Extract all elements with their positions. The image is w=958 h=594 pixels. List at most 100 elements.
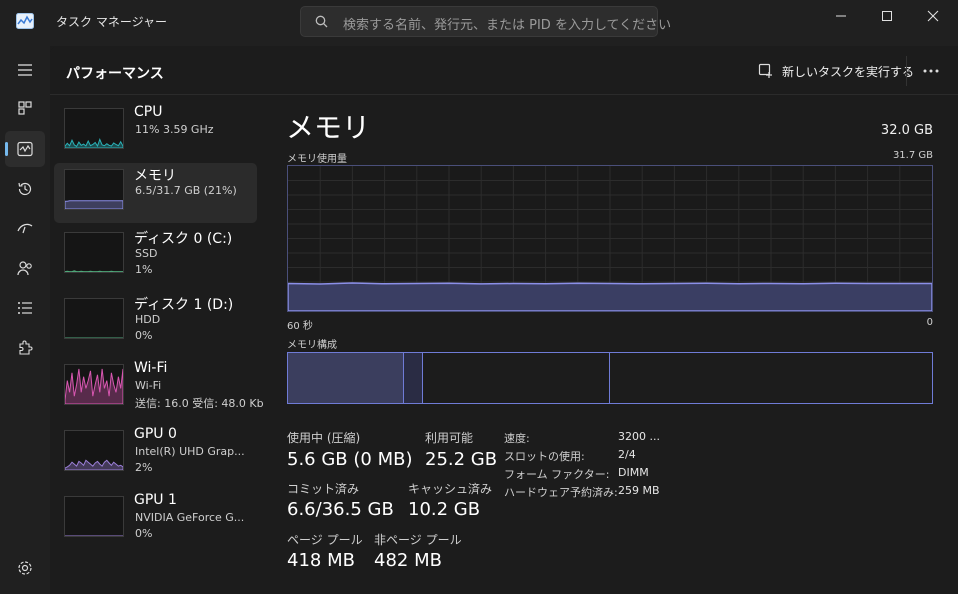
perf-item-detail: 6.5/31.7 GB (21%) <box>135 184 237 197</box>
perf-item-name: GPU 1 <box>134 492 177 508</box>
perf-item-detail: 送信: 16.0 受信: 48.0 Kb <box>135 397 264 410</box>
cached-value: 10.2 GB <box>408 499 481 520</box>
run-new-task-label: 新しいタスクを実行する <box>782 64 915 79</box>
in-use-label: 使用中 (圧縮) <box>287 431 361 445</box>
graph-axis-right: 0 <box>926 317 933 328</box>
composition-segment[interactable] <box>610 353 932 403</box>
detail-title: メモリ <box>286 111 371 144</box>
perf-thumbnail-area <box>64 270 124 273</box>
nav-startup-apps[interactable] <box>5 210 45 246</box>
window-title: タスク マネージャー <box>56 15 167 29</box>
memory-composition-bar[interactable] <box>287 352 933 404</box>
perf-item-name: メモリ <box>134 168 176 184</box>
perf-item-detail: 1% <box>135 263 153 276</box>
perf-item-detail: 0% <box>135 527 153 540</box>
nav-details[interactable] <box>5 290 45 326</box>
spec-value: 259 MB <box>618 484 660 497</box>
perf-thumbnail-graph <box>64 232 124 273</box>
nonpaged-pool-value: 482 MB <box>374 550 442 571</box>
navigation-pane <box>0 46 50 594</box>
perf-item-name: ディスク 1 (D:) <box>134 297 234 313</box>
perf-item-detail: HDD <box>135 313 161 326</box>
composition-segment[interactable] <box>288 353 404 403</box>
spec-label: ハードウェア予約済み: <box>504 486 618 499</box>
menu-icon <box>18 64 32 76</box>
perf-item-detail: Wi-Fi <box>135 379 162 392</box>
run-new-task-button[interactable]: 新しいタスクを実行する <box>758 60 914 82</box>
perf-item-detail: 2% <box>135 461 153 474</box>
perf-list-item[interactable]: GPU 1 NVIDIA GeForce G... 0% <box>54 490 257 550</box>
perf-list-item[interactable]: メモリ 6.5/31.7 GB (21%) <box>54 163 257 223</box>
composition-segment[interactable] <box>403 353 424 403</box>
app-history-icon <box>18 182 32 196</box>
nav-services[interactable] <box>5 330 45 366</box>
services-icon <box>19 340 33 355</box>
perf-list-item[interactable]: Wi-Fi Wi-Fi 送信: 16.0 受信: 48.0 Kb <box>54 358 264 418</box>
perf-thumbnail-graph <box>64 169 124 210</box>
perf-thumbnail-graph <box>64 364 124 405</box>
perf-item-detail: NVIDIA GeForce G... <box>135 511 245 524</box>
processes-icon <box>18 101 32 115</box>
nav-app-history[interactable] <box>5 171 45 207</box>
new-task-icon <box>758 63 772 78</box>
settings-icon <box>18 561 32 575</box>
perf-thumbnail-plot <box>64 368 124 405</box>
perf-thumbnail-plot <box>64 459 124 471</box>
title-bar: タスク マネージャー 検索する名前、発行元、または PID を入力してください <box>0 0 958 46</box>
perf-list-item[interactable]: ディスク 1 (D:) HDD 0% <box>54 292 257 352</box>
search-box[interactable]: 検索する名前、発行元、または PID を入力してください <box>300 6 671 37</box>
spec-value: 3200 ... <box>618 430 660 443</box>
perf-item-detail: Intel(R) UHD Grap... <box>135 445 245 458</box>
perf-thumbnail-plot <box>65 337 123 339</box>
search-icon <box>315 15 328 28</box>
minimize-icon <box>836 15 846 17</box>
details-icon <box>18 302 32 314</box>
maximize-icon <box>882 11 892 21</box>
search-input-placeholder[interactable]: 検索する名前、発行元、または PID を入力してください <box>343 14 671 33</box>
perf-thumbnail-area <box>64 138 124 149</box>
available-value: 25.2 GB <box>425 449 498 470</box>
perf-thumbnail-plot <box>64 200 124 210</box>
perf-item-detail: SSD <box>135 247 158 260</box>
perf-item-name: CPU <box>134 104 163 120</box>
composition-segment[interactable] <box>423 353 610 403</box>
perf-list-item[interactable]: CPU 11% 3.59 GHz <box>54 102 257 162</box>
composition-label: メモリ構成 <box>287 340 337 351</box>
perf-list-item[interactable]: GPU 0 Intel(R) UHD Grap... 2% <box>54 424 257 484</box>
nav-users[interactable] <box>5 250 45 286</box>
perf-thumbnail-area <box>64 459 124 471</box>
nav-processes[interactable] <box>5 90 45 126</box>
spec-label: フォーム ファクター: <box>504 468 610 481</box>
header-divider <box>906 56 907 86</box>
perf-thumbnail-plot <box>64 270 124 273</box>
usage-graph-max: 31.7 GB <box>892 150 933 161</box>
perf-thumbnail-graph <box>64 108 124 149</box>
perf-item-detail: 0% <box>135 329 153 342</box>
maximize-button[interactable] <box>864 0 910 32</box>
nav-settings[interactable] <box>5 550 45 586</box>
spec-value: DIMM <box>618 466 649 479</box>
nonpaged-pool-label: 非ページ プール <box>374 533 462 547</box>
usage-graph-label: メモリ使用量 <box>287 154 347 165</box>
perf-list-item[interactable]: ディスク 0 (C:) SSD 1% <box>54 226 257 286</box>
available-label: 利用可能 <box>425 431 474 445</box>
memory-usage-area <box>287 282 933 312</box>
paged-pool-value: 418 MB <box>287 550 355 571</box>
memory-usage-plot <box>287 166 933 312</box>
close-icon <box>927 10 939 22</box>
perf-thumbnail-graph <box>64 430 124 471</box>
minimize-button[interactable] <box>818 0 864 32</box>
spec-value: 2/4 <box>618 448 636 461</box>
more-icon <box>923 69 939 73</box>
perf-thumbnail-graph <box>64 496 124 537</box>
nav-menu-button[interactable] <box>5 52 45 88</box>
startup-apps-icon <box>17 223 33 234</box>
detail-total-memory: 32.0 GB <box>880 123 933 138</box>
perf-item-name: GPU 0 <box>134 426 177 442</box>
close-button[interactable] <box>910 0 956 32</box>
perf-thumbnail-plot <box>65 535 123 537</box>
more-options-button[interactable] <box>920 60 942 82</box>
main-panel: パフォーマンス 新しいタスクを実行する CPU 11% 3.59 GHz メモリ 6.… <box>50 46 958 594</box>
nav-performance[interactable] <box>5 131 45 167</box>
cached-label: キャッシュ済み <box>408 482 493 496</box>
